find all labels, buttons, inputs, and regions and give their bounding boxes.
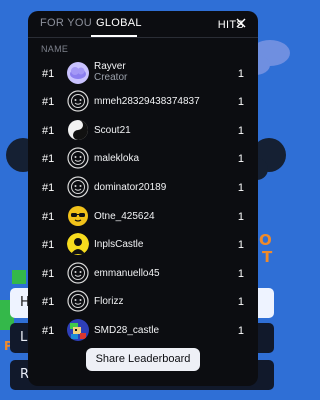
creator-badge: Creator bbox=[94, 72, 128, 83]
column-header-hits: HITS bbox=[217, 19, 244, 31]
leaderboard-row[interactable]: #1 mmeh28329438374837 1 bbox=[28, 88, 258, 116]
hits-value: 1 bbox=[237, 325, 244, 337]
hits-value: 1 bbox=[237, 211, 244, 223]
username: Rayver bbox=[94, 61, 126, 72]
hits-value: 1 bbox=[237, 96, 244, 108]
default-face-avatar-icon bbox=[67, 262, 89, 284]
rank-label: #1 bbox=[42, 125, 55, 137]
hits-value: 1 bbox=[237, 125, 244, 137]
hits-value: 1 bbox=[237, 239, 244, 251]
leaderboard-row[interactable]: #1 InplsCastle 1 bbox=[28, 231, 258, 259]
purple-cloud-avatar-icon bbox=[67, 62, 89, 84]
username: Florizz bbox=[94, 296, 124, 307]
pixel-character-avatar-icon bbox=[67, 319, 89, 341]
share-leaderboard-button[interactable]: Share Leaderboard bbox=[86, 348, 200, 371]
rank-label: #1 bbox=[42, 68, 55, 80]
username: emmanuello45 bbox=[94, 268, 160, 279]
leaderboard-row[interactable]: #1 malekloka 1 bbox=[28, 145, 258, 173]
rank-label: #1 bbox=[42, 153, 55, 165]
hits-value: 1 bbox=[237, 68, 244, 80]
leaderboard-row[interactable]: #1 emmanuello45 1 bbox=[28, 260, 258, 288]
hits-value: 1 bbox=[237, 296, 244, 308]
active-tab-indicator bbox=[91, 35, 137, 37]
hits-value: 1 bbox=[237, 268, 244, 280]
leaderboard-row[interactable]: #1 Scout21 1 bbox=[28, 117, 258, 145]
rank-label: #1 bbox=[42, 182, 55, 194]
rank-label: #1 bbox=[42, 296, 55, 308]
hits-value: 1 bbox=[237, 153, 244, 165]
username: Otne_425624 bbox=[94, 211, 155, 222]
rank-label: #1 bbox=[42, 96, 55, 108]
leaderboard-row[interactable]: #1 Rayver Creator 1 bbox=[28, 60, 258, 88]
username: mmeh28329438374837 bbox=[94, 96, 200, 107]
tab-global[interactable]: GLOBAL bbox=[96, 17, 142, 29]
background-grass bbox=[12, 270, 26, 284]
rank-label: #1 bbox=[42, 211, 55, 223]
leaderboard-modal: FOR YOU GLOBAL NAME HITS #1 Rayver Creat… bbox=[28, 11, 258, 386]
silhouette-avatar-icon bbox=[67, 233, 89, 255]
default-face-avatar-icon bbox=[67, 176, 89, 198]
rank-label: #1 bbox=[42, 325, 55, 337]
leaderboard-row[interactable]: #1 Otne_425624 1 bbox=[28, 203, 258, 231]
leaderboard-row[interactable]: #1 SMD28_castle 1 bbox=[28, 317, 258, 345]
column-header-name: NAME bbox=[41, 44, 69, 54]
default-face-avatar-icon bbox=[67, 290, 89, 312]
yin-yang-avatar-icon bbox=[67, 119, 89, 141]
leaderboard-row[interactable]: #1 Florizz 1 bbox=[28, 288, 258, 316]
rank-label: #1 bbox=[42, 268, 55, 280]
username: InplsCastle bbox=[94, 239, 144, 250]
default-face-avatar-icon bbox=[67, 147, 89, 169]
background-title-line: O bbox=[259, 231, 272, 249]
tab-for-you[interactable]: FOR YOU bbox=[40, 17, 92, 29]
rank-label: #1 bbox=[42, 239, 55, 251]
leaderboard-row[interactable]: #1 dominator20189 1 bbox=[28, 174, 258, 202]
default-face-avatar-icon bbox=[67, 90, 89, 112]
sunglasses-face-avatar-icon bbox=[67, 205, 89, 227]
hits-value: 1 bbox=[237, 182, 244, 194]
username: Scout21 bbox=[94, 125, 131, 136]
username: dominator20189 bbox=[94, 182, 167, 193]
username: malekloka bbox=[94, 153, 140, 164]
username: SMD28_castle bbox=[94, 325, 160, 336]
background-title-line: T bbox=[262, 248, 273, 266]
